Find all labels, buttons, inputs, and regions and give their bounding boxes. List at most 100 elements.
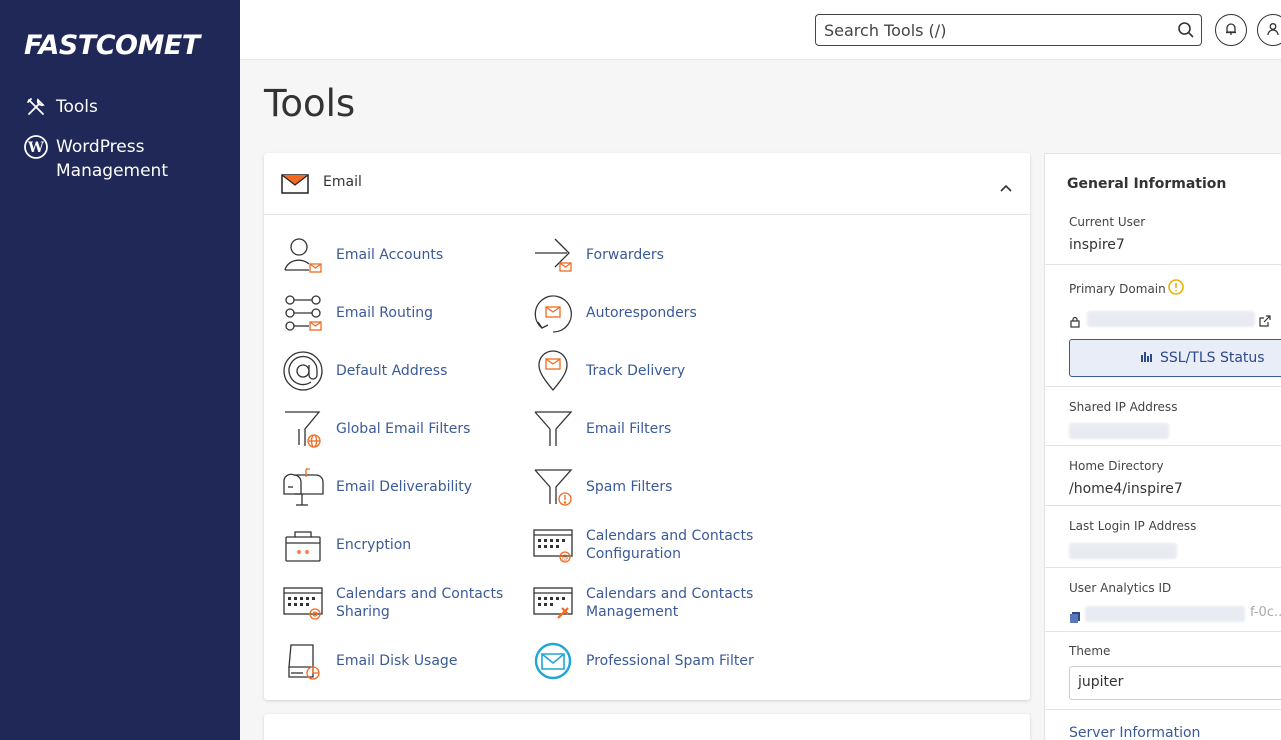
- home-directory-label: Home Directory: [1069, 459, 1164, 473]
- copy-icon[interactable]: [1069, 608, 1081, 627]
- svg-text:W: W: [27, 140, 44, 156]
- next-panel: [264, 714, 1030, 740]
- theme-divider: [1045, 709, 1281, 710]
- email-panel-title: Email: [323, 174, 362, 190]
- external-link-icon[interactable]: [1259, 312, 1271, 331]
- tool-label: Professional Spam Filter: [586, 653, 754, 669]
- tool-label: Email Filters: [586, 421, 672, 437]
- professional-spam-filter-icon: [531, 639, 575, 683]
- theme-select-value: jupiter: [1078, 674, 1124, 690]
- primary-domain-label: Primary Domain: [1069, 282, 1166, 296]
- tool-label: Default Address: [336, 363, 448, 379]
- spam-filter-icon: [531, 465, 575, 509]
- fastcomet-logo[interactable]: FASTCOMET: [24, 30, 200, 61]
- search-box[interactable]: [815, 14, 1202, 46]
- tool-email-routing[interactable]: Email Routing: [281, 291, 433, 335]
- tool-label: Autoresponders: [586, 305, 697, 321]
- notifications-button[interactable]: [1215, 14, 1247, 46]
- shared-ip-label: Shared IP Address: [1069, 400, 1178, 414]
- user-menu-button[interactable]: [1257, 14, 1281, 46]
- theme-select[interactable]: jupiter: [1069, 666, 1281, 700]
- chevron-up-icon[interactable]: [999, 178, 1013, 197]
- tool-global-email-filters[interactable]: Global Email Filters: [281, 407, 470, 451]
- tool-label: Email Deliverability: [336, 479, 473, 495]
- theme-label: Theme: [1069, 644, 1111, 658]
- tool-label: Spam Filters: [586, 479, 673, 495]
- tool-label: Track Delivery: [586, 363, 686, 379]
- tool-calendars-contacts-management[interactable]: Calendars and Contacts Management: [531, 581, 753, 625]
- lock-box-icon: [281, 523, 325, 567]
- ssl-tls-status-label: SSL/TLS Status: [1160, 350, 1265, 366]
- sidebar-item-tools[interactable]: Tools: [24, 95, 98, 119]
- tool-calendars-contacts-sharing[interactable]: Calendars and Contacts Sharing: [281, 581, 503, 625]
- search-icon[interactable]: [1177, 21, 1195, 43]
- mailbox-icon: [281, 465, 325, 509]
- email-routing-icon: [281, 291, 325, 335]
- tool-label: Global Email Filters: [336, 421, 471, 437]
- tool-calendars-contacts-configuration[interactable]: @ Calendars and Contacts Configuration: [531, 523, 753, 567]
- tool-label-line2: Sharing: [336, 604, 390, 620]
- analytics-id-suffix: f-0c..: [1250, 605, 1281, 620]
- tools-icon: [24, 95, 48, 119]
- tool-encryption[interactable]: Encryption: [281, 523, 411, 567]
- forward-arrow-icon: [531, 233, 575, 277]
- tool-track-delivery[interactable]: Track Delivery: [531, 349, 685, 393]
- user-icon: [1266, 21, 1280, 40]
- email-panel-header[interactable]: Email: [264, 153, 1030, 215]
- tool-autoresponders[interactable]: Autoresponders: [531, 291, 697, 335]
- tool-email-filters[interactable]: Email Filters: [531, 407, 671, 451]
- home-directory-value: /home4/inspire7: [1069, 481, 1183, 497]
- envelope-icon: [281, 174, 309, 198]
- wordpress-icon: W: [24, 135, 48, 159]
- tool-label: Calendars and Contacts Sharing: [336, 585, 503, 621]
- sidebar: FASTCOMET Tools W WordPress Management: [0, 0, 240, 740]
- calendar-manage-icon: [531, 581, 575, 625]
- tool-label: Calendars and Contacts Management: [586, 585, 753, 621]
- calendar-share-icon: [281, 581, 325, 625]
- warning-icon[interactable]: [1168, 279, 1184, 299]
- tool-label-line1: Calendars and Contacts: [336, 586, 504, 602]
- redacted-last-login-ip: [1069, 543, 1177, 559]
- svg-text:@: @: [562, 554, 569, 562]
- email-panel: Email Email Accounts Email Routing Defau…: [264, 153, 1030, 700]
- tool-label: Calendars and Contacts Configuration: [586, 527, 753, 563]
- topbar: [240, 0, 1281, 60]
- tool-email-deliverability[interactable]: Email Deliverability: [281, 465, 472, 509]
- last-login-label: Last Login IP Address: [1069, 519, 1197, 533]
- current-user-label: Current User: [1069, 215, 1146, 229]
- autoresponder-icon: [531, 291, 575, 335]
- tool-default-address[interactable]: Default Address: [281, 349, 447, 393]
- filter-icon: [531, 407, 575, 451]
- tool-forwarders[interactable]: Forwarders: [531, 233, 664, 277]
- tool-label-line2: Management: [586, 604, 679, 620]
- tool-email-accounts[interactable]: Email Accounts: [281, 233, 443, 277]
- tool-label-line1: Calendars and Contacts: [586, 586, 754, 602]
- tool-spam-filters[interactable]: Spam Filters: [531, 465, 672, 509]
- user-analytics-section: User Analytics ID f-0c..: [1045, 568, 1281, 632]
- tool-email-disk-usage[interactable]: Email Disk Usage: [281, 639, 457, 683]
- tool-label: Encryption: [336, 537, 412, 553]
- current-user-value: inspire7: [1069, 237, 1125, 253]
- tool-label: Email Routing: [336, 305, 433, 321]
- sidebar-item-label: WordPress Management: [56, 137, 168, 181]
- sidebar-item-wordpress[interactable]: W WordPress Management: [24, 135, 176, 183]
- tool-label-line2: Configuration: [586, 546, 681, 562]
- tool-label: Email Disk Usage: [336, 653, 458, 669]
- general-information-panel: General Information Current User inspire…: [1044, 153, 1281, 740]
- tool-label-line1: Calendars and Contacts: [586, 528, 754, 544]
- shared-ip-section: Shared IP Address: [1045, 387, 1281, 446]
- primary-domain-section: Primary Domain SSL/TLS Status: [1045, 265, 1281, 387]
- page-title: Tools: [264, 82, 356, 125]
- ssl-tls-status-button[interactable]: SSL/TLS Status: [1069, 339, 1281, 377]
- server-information-link[interactable]: Server Information: [1069, 725, 1200, 740]
- redacted-domain: [1087, 311, 1255, 327]
- tool-professional-spam-filter[interactable]: Professional Spam Filter: [531, 639, 754, 683]
- current-user-section: Current User inspire7: [1045, 154, 1281, 265]
- search-input[interactable]: [816, 15, 1156, 45]
- sidebar-item-label: Tools: [56, 97, 98, 117]
- lock-icon: [1069, 313, 1081, 332]
- tool-label: Email Accounts: [336, 247, 444, 263]
- redacted-shared-ip: [1069, 423, 1169, 439]
- calendar-config-icon: @: [531, 523, 575, 567]
- bar-chart-icon: [1140, 350, 1152, 366]
